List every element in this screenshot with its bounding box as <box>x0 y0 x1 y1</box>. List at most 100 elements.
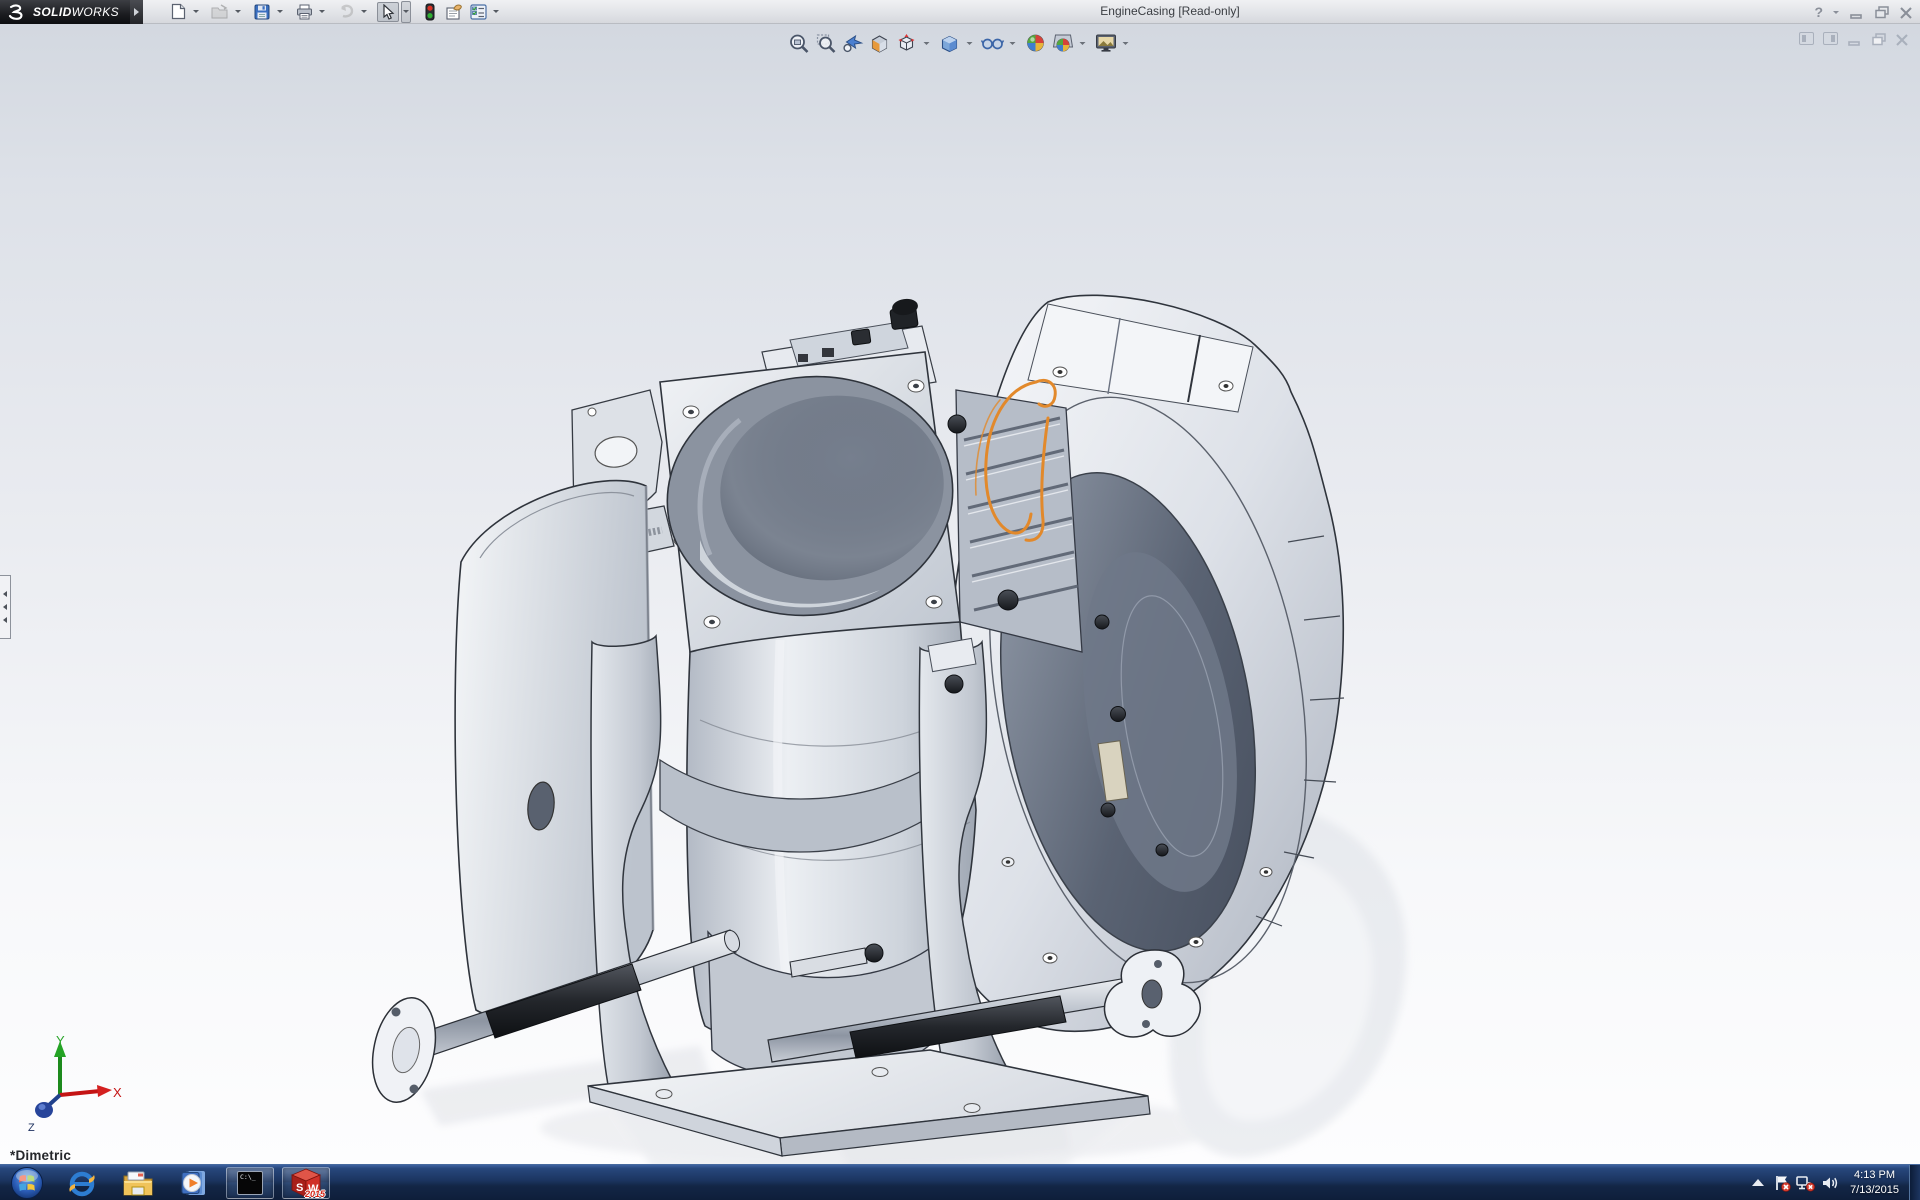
file-properties-button[interactable] <box>443 2 465 22</box>
taskbar-command-prompt[interactable]: C:\_ <box>226 1167 274 1199</box>
view-settings-dropdown[interactable] <box>1121 32 1130 54</box>
system-tray: 4:13 PM 7/13/2015 <box>1746 1165 1920 1200</box>
collapse-arrow-icon <box>3 591 7 597</box>
standard-toolbar <box>167 0 507 24</box>
solidworks-logo-icon <box>8 4 28 20</box>
display-style-button[interactable] <box>938 31 962 55</box>
show-desktop-button[interactable] <box>1909 1165 1920 1200</box>
volume-icon[interactable] <box>1818 1165 1842 1200</box>
close-button[interactable] <box>1899 6 1914 18</box>
taskbar-internet-explorer[interactable] <box>54 1165 110 1200</box>
restore-button[interactable] <box>1874 6 1889 18</box>
network-status-icon[interactable] <box>1794 1165 1818 1200</box>
triad-x-label: X <box>113 1085 122 1100</box>
doc-close-button[interactable] <box>1895 33 1910 45</box>
edit-appearance-icon <box>1026 33 1046 53</box>
display-style-icon <box>939 33 961 54</box>
view-orientation-button[interactable] <box>895 31 919 55</box>
doc-minimize-button[interactable] <box>1847 33 1862 45</box>
open-dropdown[interactable] <box>233 2 243 22</box>
headsup-view-toolbar <box>787 31 1134 55</box>
save-dropdown[interactable] <box>275 2 285 22</box>
windows-start-icon <box>10 1166 44 1200</box>
select-cursor-icon <box>382 4 395 20</box>
solidworks-2015-icon: S W 2015 <box>289 1168 323 1198</box>
menu-expand-arrow[interactable] <box>130 0 143 24</box>
hidden-icons-button[interactable] <box>1746 1165 1770 1200</box>
orientation-label: *Dimetric <box>10 1148 71 1163</box>
help-dropdown[interactable] <box>1833 11 1839 14</box>
help-button[interactable]: ? <box>1814 5 1823 19</box>
network-disconnected-icon <box>1796 1174 1816 1192</box>
select-tool-button[interactable] <box>377 2 399 22</box>
show-hidden-icons-arrow <box>1751 1178 1765 1188</box>
windows-taskbar: C:\_ S W 2015 <box>0 1164 1920 1200</box>
command-prompt-icon: C:\_ <box>237 1171 263 1195</box>
action-center-flag-icon <box>1773 1174 1791 1192</box>
options-checklist-icon <box>470 4 487 20</box>
action-center-icon[interactable] <box>1770 1165 1794 1200</box>
print-dropdown[interactable] <box>317 2 327 22</box>
document-window-controls <box>1799 32 1910 45</box>
view-settings-icon <box>1094 33 1117 53</box>
edit-appearance-button[interactable] <box>1024 31 1048 55</box>
taskbar-media-player[interactable] <box>166 1165 222 1200</box>
solidworks-window: SOLIDWORKS <box>0 0 1920 1200</box>
undo-arrow-icon <box>338 4 355 19</box>
open-button[interactable] <box>209 2 231 22</box>
engine-casing-model[interactable] <box>360 290 1420 1164</box>
clock-date: 7/13/2015 <box>1850 1183 1899 1198</box>
toggle-right-pane-button[interactable] <box>1823 32 1838 45</box>
doc-restore-button[interactable] <box>1871 33 1886 45</box>
sw-year-label: 2015 <box>305 1189 325 1199</box>
hide-show-items-button[interactable] <box>981 31 1005 55</box>
previous-view-icon <box>842 33 864 53</box>
start-button[interactable] <box>0 1165 54 1200</box>
new-document-dropdown[interactable] <box>191 2 201 22</box>
minimize-button[interactable] <box>1849 6 1864 18</box>
open-folder-icon <box>211 4 229 19</box>
undo-button[interactable] <box>335 2 357 22</box>
view-orientation-dropdown[interactable] <box>922 32 931 54</box>
collapse-arrow-icon <box>3 617 7 623</box>
solidworks-logo: SOLIDWORKS <box>0 0 130 24</box>
media-player-icon <box>179 1168 209 1198</box>
toggle-left-pane-button[interactable] <box>1799 32 1814 45</box>
new-document-icon <box>171 3 186 20</box>
triad-y-label: Y <box>56 1033 65 1048</box>
undo-dropdown[interactable] <box>359 2 369 22</box>
rebuild-button[interactable] <box>419 2 441 22</box>
print-button[interactable] <box>293 2 315 22</box>
taskbar-clock[interactable]: 4:13 PM 7/13/2015 <box>1842 1168 1909 1198</box>
print-icon <box>296 4 313 20</box>
previous-view-button[interactable] <box>841 31 865 55</box>
zoom-to-fit-icon <box>788 33 809 54</box>
save-button[interactable] <box>251 2 273 22</box>
apply-scene-button[interactable] <box>1051 31 1075 55</box>
reference-triad: Y X Z <box>12 1033 122 1138</box>
taskbar-solidworks[interactable]: S W 2015 <box>282 1167 330 1199</box>
view-orientation-icon <box>896 33 918 54</box>
display-style-dropdown[interactable] <box>965 32 974 54</box>
document-title: EngineCasing [Read-only] <box>1100 4 1239 18</box>
collapsed-featuremanager-tab[interactable] <box>0 575 11 639</box>
zoom-to-fit-button[interactable] <box>787 31 811 55</box>
view-settings-button[interactable] <box>1094 31 1118 55</box>
new-document-button[interactable] <box>167 2 189 22</box>
zoom-to-area-icon <box>815 33 836 54</box>
apply-scene-dropdown[interactable] <box>1078 32 1087 54</box>
zoom-to-area-button[interactable] <box>814 31 838 55</box>
clock-time: 4:13 PM <box>1850 1168 1899 1183</box>
options-dropdown[interactable] <box>491 2 501 22</box>
hide-show-items-dropdown[interactable] <box>1008 32 1017 54</box>
apply-scene-icon <box>1051 33 1074 53</box>
taskbar-windows-explorer[interactable] <box>110 1165 166 1200</box>
rebuild-traffic-light-icon <box>425 3 435 21</box>
titlebar-window-controls: ? <box>1814 0 1914 24</box>
section-view-button[interactable] <box>868 31 892 55</box>
collapse-arrow-icon <box>3 604 7 610</box>
select-tool-dropdown[interactable] <box>401 1 411 23</box>
graphics-area[interactable]: Y X Z *Dimetric <box>0 24 1920 1164</box>
options-button[interactable] <box>467 2 489 22</box>
folder-icon <box>122 1169 154 1197</box>
